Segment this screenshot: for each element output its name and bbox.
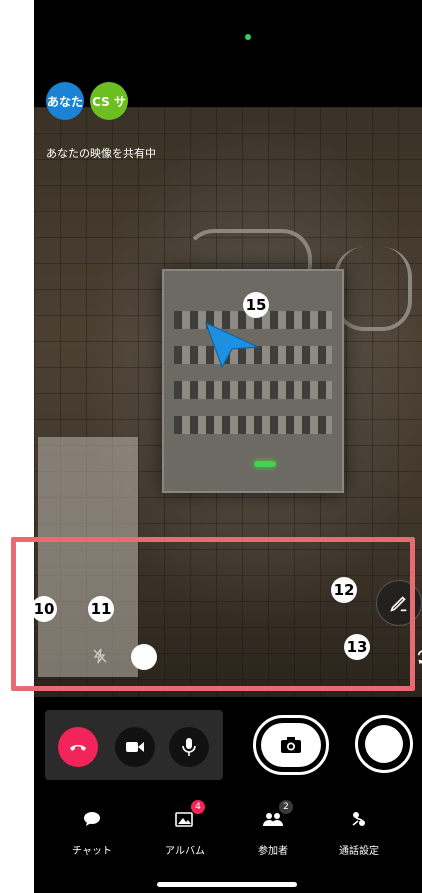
video-camera-icon xyxy=(126,742,144,752)
record-button[interactable] xyxy=(355,715,413,773)
mic-toggle-button[interactable] xyxy=(169,727,209,767)
tab-call-settings[interactable]: 通話設定 xyxy=(319,808,399,857)
pipe xyxy=(334,247,412,331)
highlight-box xyxy=(11,537,415,691)
tab-album[interactable]: 4 アルバム xyxy=(145,800,225,857)
participants-icon xyxy=(263,813,283,826)
camera-indicator xyxy=(245,34,251,40)
sharing-status: あなたの映像を共有中 xyxy=(46,147,156,160)
participants-count: 2 xyxy=(279,800,293,814)
record-icon xyxy=(365,725,403,763)
home-indicator[interactable] xyxy=(157,882,297,887)
tab-chat[interactable]: チャット xyxy=(52,808,132,857)
avatar-you-label: あなた xyxy=(46,94,83,109)
album-badge: 4 xyxy=(191,800,205,814)
tab-album-label: アルバム xyxy=(165,846,205,857)
avatar-you[interactable]: あなた xyxy=(46,82,84,120)
camera-switch-icon[interactable] xyxy=(415,648,422,671)
phone-screen: あなた CS サ あなたの映像を共有中 15 10 11 12 13 チャット … xyxy=(34,0,422,893)
video-toggle-button[interactable] xyxy=(115,727,155,767)
avatar-cs-label: CS サ xyxy=(92,94,126,109)
camera-icon xyxy=(281,737,301,753)
chat-bubble-icon xyxy=(84,812,100,826)
tab-participants[interactable]: 2 参加者 xyxy=(233,800,313,857)
tab-call-settings-label: 通話設定 xyxy=(339,846,379,857)
tab-participants-label: 参加者 xyxy=(258,846,288,857)
phone-hangup-icon xyxy=(70,745,86,751)
settings-icon xyxy=(352,812,365,826)
snapshot-button[interactable] xyxy=(253,715,329,775)
avatar-cs[interactable]: CS サ xyxy=(90,82,128,120)
tab-chat-label: チャット xyxy=(72,846,112,857)
microphone-icon xyxy=(182,738,196,756)
pointer-arrow-icon xyxy=(205,322,260,369)
album-icon xyxy=(175,812,193,827)
end-call-button[interactable] xyxy=(58,727,98,767)
annotation-15: 15 xyxy=(243,292,269,318)
